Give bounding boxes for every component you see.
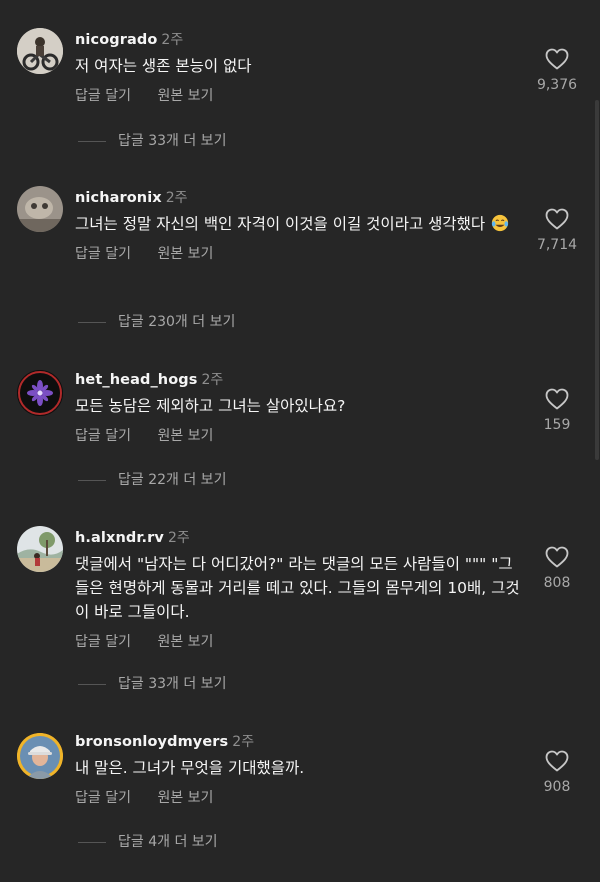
- divider-line: [78, 140, 106, 142]
- comment-text: 내 말은. 그녀가 무엇을 기대했을까.: [75, 759, 305, 777]
- divider-line: [78, 321, 106, 323]
- scrollbar[interactable]: [595, 100, 599, 460]
- avatar-image: [17, 186, 63, 232]
- like-button[interactable]: 908: [532, 750, 582, 796]
- avatar-image: [17, 526, 63, 572]
- view-more-replies-button[interactable]: 답글 22개 더 보기: [78, 471, 226, 489]
- comment-timestamp: 2주: [161, 32, 184, 48]
- heart-icon: [545, 388, 569, 410]
- avatar[interactable]: [17, 526, 63, 572]
- like-button[interactable]: 159: [532, 388, 582, 434]
- see-original-button[interactable]: 원본 보기: [157, 634, 213, 650]
- divider-line: [78, 683, 106, 685]
- view-more-replies-label: 답글 22개 더 보기: [118, 472, 227, 488]
- view-more-replies-label: 답글 4개 더 보기: [118, 834, 218, 850]
- comment-text: 댓글에서 "남자는 다 어디갔어?" 라는 댓글의 모든 사람들이 """ "그…: [75, 555, 520, 621]
- avatar[interactable]: [17, 370, 63, 416]
- like-count: 808: [543, 575, 571, 591]
- reply-button[interactable]: 답글 달기: [75, 246, 131, 262]
- see-original-button[interactable]: 원본 보기: [157, 88, 213, 104]
- divider-line: [78, 479, 106, 481]
- like-count: 159: [543, 417, 571, 433]
- heart-icon: [545, 750, 569, 772]
- comment-username[interactable]: nicogrado: [75, 32, 157, 48]
- like-count: 7,714: [536, 237, 578, 253]
- view-more-replies-button[interactable]: 답글 230개 더 보기: [78, 313, 235, 331]
- face-with-tears-of-joy-icon: [492, 214, 509, 232]
- view-more-replies-button[interactable]: 답글 33개 더 보기: [78, 132, 226, 150]
- divider-line: [78, 841, 106, 843]
- comment-timestamp: 2주: [167, 530, 190, 546]
- comment-text-content: 그녀는 정말 자신의 백인 자격이 이것을 이길 것이라고 생각했다: [75, 215, 486, 233]
- comment-text: 저 여자는 생존 본능이 없다: [75, 57, 252, 75]
- avatar[interactable]: [17, 28, 63, 74]
- view-more-replies-label: 답글 33개 더 보기: [118, 133, 227, 149]
- see-original-button[interactable]: 원본 보기: [157, 790, 213, 806]
- avatar-image: [17, 28, 63, 74]
- comment-username[interactable]: nicharonix: [75, 190, 162, 206]
- comment-timestamp: 2주: [201, 372, 224, 388]
- view-more-replies-label: 답글 33개 더 보기: [118, 676, 227, 692]
- comment-username[interactable]: h.alxndr.rv: [75, 530, 164, 546]
- view-more-replies-label: 답글 230개 더 보기: [118, 314, 236, 330]
- like-button[interactable]: 9,376: [532, 48, 582, 94]
- avatar-image: [17, 370, 63, 416]
- avatar-image: [17, 733, 63, 779]
- reply-button[interactable]: 답글 달기: [75, 428, 131, 444]
- heart-icon: [545, 208, 569, 230]
- like-count: 908: [543, 779, 571, 795]
- comment-timestamp: 2주: [232, 734, 255, 750]
- comment-text: 그녀는 정말 자신의 백인 자격이 이것을 이길 것이라고 생각했다: [75, 212, 525, 236]
- view-more-replies-button[interactable]: 답글 4개 더 보기: [78, 833, 218, 851]
- reply-button[interactable]: 답글 달기: [75, 634, 131, 650]
- comment-username[interactable]: bronsonloydmyers: [75, 734, 228, 750]
- heart-icon: [545, 48, 569, 70]
- see-original-button[interactable]: 원본 보기: [157, 246, 213, 262]
- reply-button[interactable]: 답글 달기: [75, 790, 131, 806]
- see-original-button[interactable]: 원본 보기: [157, 428, 213, 444]
- comment-text: 모든 농담은 제외하고 그녀는 살아있나요?: [75, 397, 346, 415]
- like-button[interactable]: 808: [532, 546, 582, 592]
- avatar[interactable]: [17, 733, 63, 779]
- view-more-replies-button[interactable]: 답글 33개 더 보기: [78, 675, 226, 693]
- comment-timestamp: 2주: [165, 190, 188, 206]
- comment-username[interactable]: het_head_hogs: [75, 372, 198, 388]
- avatar[interactable]: [17, 186, 63, 232]
- reply-button[interactable]: 답글 달기: [75, 88, 131, 104]
- heart-icon: [545, 546, 569, 568]
- like-button[interactable]: 7,714: [532, 208, 582, 254]
- like-count: 9,376: [536, 77, 578, 93]
